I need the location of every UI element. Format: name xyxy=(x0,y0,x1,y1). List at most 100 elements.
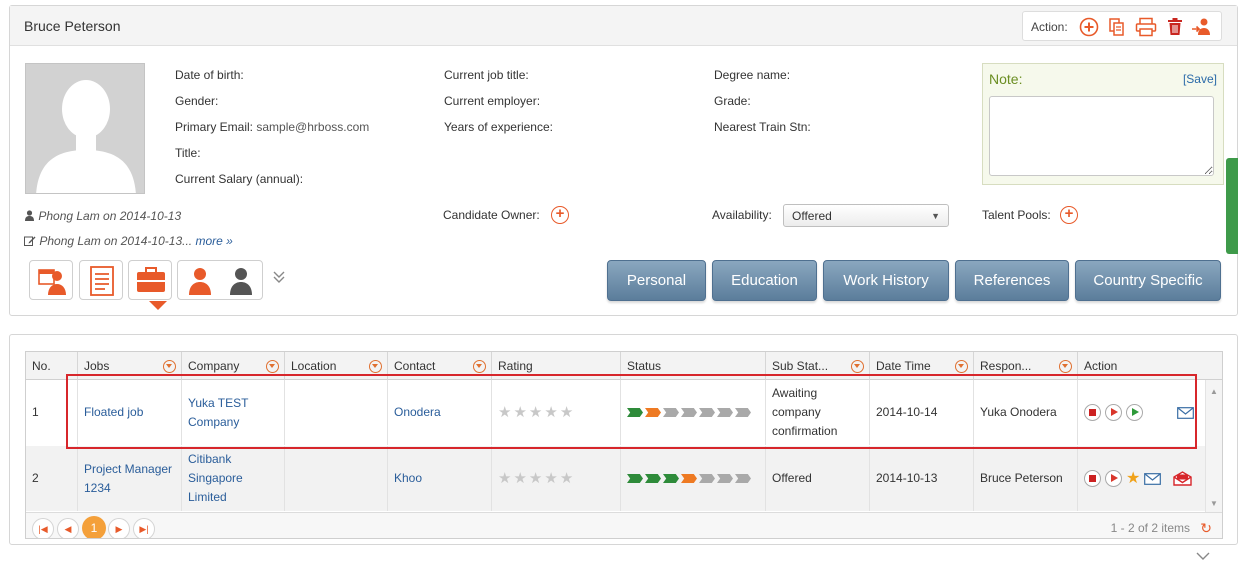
stop-icon[interactable] xyxy=(1084,404,1101,421)
header-responsible[interactable]: Respon... xyxy=(974,352,1078,380)
cell-sub-status: Offered xyxy=(766,446,870,511)
play-icon[interactable] xyxy=(1105,470,1122,487)
experience-label: Years of experience: xyxy=(444,120,553,134)
status-step xyxy=(627,474,643,483)
filter-icon[interactable] xyxy=(1059,360,1072,373)
star-icon[interactable]: ★ xyxy=(1126,469,1140,488)
trash-icon[interactable] xyxy=(1165,17,1185,37)
documents-button[interactable] xyxy=(79,260,123,300)
reassign-user-icon[interactable] xyxy=(1191,17,1211,37)
next-page-button[interactable]: ▶ xyxy=(108,518,130,538)
star-icon[interactable]: ★ xyxy=(544,403,557,422)
add-icon[interactable] xyxy=(1079,17,1099,37)
prev-page-button[interactable]: ◀ xyxy=(57,518,79,538)
star-icon[interactable]: ★ xyxy=(560,403,573,422)
scroll-up-icon[interactable]: ▲ xyxy=(1210,387,1218,396)
cell-no: 2 xyxy=(26,446,78,511)
filter-icon[interactable] xyxy=(163,360,176,373)
header-date-time[interactable]: Date Time xyxy=(870,352,974,380)
copy-icon[interactable] xyxy=(1107,17,1127,37)
print-icon[interactable] xyxy=(1135,17,1157,37)
side-feedback-tab[interactable] xyxy=(1226,158,1238,254)
edited-by-line: Phong Lam on 2014-10-13... more » xyxy=(24,234,233,248)
availability-select[interactable]: Offered ▼ xyxy=(783,204,949,227)
cell-company-link[interactable]: Yuka TEST Company xyxy=(182,380,285,445)
next-stage-icon[interactable] xyxy=(1126,404,1143,421)
cell-job-link[interactable]: Project Manager 1234 xyxy=(78,446,182,511)
header-rating: Rating xyxy=(492,352,621,380)
more-link[interactable]: more » xyxy=(195,234,232,248)
status-step xyxy=(627,408,643,417)
star-icon[interactable]: ★ xyxy=(529,403,542,422)
filter-icon[interactable] xyxy=(955,360,968,373)
table-row[interactable]: 2 Project Manager 1234 Citibank Singapor… xyxy=(26,446,1206,511)
status-progress xyxy=(627,474,751,483)
cell-contact-link[interactable]: Onodera xyxy=(388,380,492,445)
tab-personal[interactable]: Personal xyxy=(607,260,706,301)
header-jobs[interactable]: Jobs xyxy=(78,352,182,380)
add-talent-pool-icon[interactable]: + xyxy=(1060,206,1078,224)
note-box: Note: [Save] xyxy=(982,63,1224,185)
email-icon[interactable] xyxy=(1177,406,1194,419)
expand-chevron-icon[interactable] xyxy=(272,270,286,287)
document-icon xyxy=(90,266,114,296)
header-sub-status[interactable]: Sub Stat... xyxy=(766,352,870,380)
edited-by-text: Phong Lam on 2014-10-13... xyxy=(39,234,193,248)
add-owner-icon[interactable]: + xyxy=(551,206,569,224)
star-icon[interactable]: ★ xyxy=(529,469,542,488)
email-icon[interactable] xyxy=(1144,472,1162,485)
grid-scrollbar[interactable]: ▲ ▼ xyxy=(1205,380,1222,512)
filter-icon[interactable] xyxy=(266,360,279,373)
contacts-button[interactable] xyxy=(177,260,263,300)
star-icon[interactable]: ★ xyxy=(498,469,511,488)
job-title-label: Current job title: xyxy=(444,68,529,82)
rating-stars[interactable]: ★ ★ ★ ★ ★ xyxy=(498,403,573,422)
cell-actions xyxy=(1078,380,1206,445)
star-icon[interactable]: ★ xyxy=(560,469,573,488)
star-icon[interactable]: ★ xyxy=(513,469,526,488)
cell-contact-link[interactable]: Khoo xyxy=(388,446,492,511)
note-textarea[interactable] xyxy=(989,96,1214,176)
tab-work-history[interactable]: Work History xyxy=(823,260,949,301)
tab-country-specific[interactable]: Country Specific xyxy=(1075,260,1221,301)
header-contact[interactable]: Contact xyxy=(388,352,492,380)
cell-job-link[interactable]: Floated job xyxy=(78,380,182,445)
cell-company-link[interactable]: Citibank Singapore Limited xyxy=(182,446,285,511)
filter-icon[interactable] xyxy=(369,360,382,373)
refresh-icon[interactable]: ↻ xyxy=(1200,520,1212,537)
tab-education[interactable]: Education xyxy=(712,260,817,301)
header-no: No. xyxy=(26,352,78,380)
tab-references[interactable]: References xyxy=(955,260,1069,301)
table-row[interactable]: 1 Floated job Yuka TEST Company Onodera … xyxy=(26,380,1206,445)
rating-stars[interactable]: ★ ★ ★ ★ ★ xyxy=(498,469,573,488)
briefcase-icon xyxy=(137,267,165,292)
created-by-line: Phong Lam on 2014-10-13 xyxy=(24,209,181,223)
filter-icon[interactable] xyxy=(473,360,486,373)
header-location[interactable]: Location xyxy=(285,352,388,380)
jobs-button[interactable] xyxy=(128,260,172,300)
stop-icon[interactable] xyxy=(1084,470,1101,487)
cell-status xyxy=(621,446,766,511)
offer-letter-icon[interactable] xyxy=(1173,471,1193,486)
items-summary: 1 - 2 of 2 items xyxy=(1110,521,1190,535)
status-step xyxy=(681,474,697,483)
current-page-button[interactable]: 1 xyxy=(82,516,106,538)
candidate-owner-label: Candidate Owner: xyxy=(443,208,540,222)
chevron-down-icon[interactable] xyxy=(1196,549,1210,563)
status-step xyxy=(717,408,733,417)
status-step xyxy=(645,408,661,417)
scroll-down-icon[interactable]: ▼ xyxy=(1210,499,1218,508)
play-icon[interactable] xyxy=(1105,404,1122,421)
salary-label: Current Salary (annual): xyxy=(175,172,304,186)
star-icon[interactable]: ★ xyxy=(513,403,526,422)
header-company[interactable]: Company xyxy=(182,352,285,380)
last-page-button[interactable]: ▶| xyxy=(133,518,155,538)
train-label: Nearest Train Stn: xyxy=(714,120,811,134)
profile-view-button[interactable] xyxy=(29,260,73,300)
star-icon[interactable]: ★ xyxy=(498,403,511,422)
cell-no: 1 xyxy=(26,380,78,445)
star-icon[interactable]: ★ xyxy=(544,469,557,488)
note-save-link[interactable]: [Save] xyxy=(1183,72,1217,86)
first-page-button[interactable]: |◀ xyxy=(32,518,54,538)
filter-icon[interactable] xyxy=(851,360,864,373)
